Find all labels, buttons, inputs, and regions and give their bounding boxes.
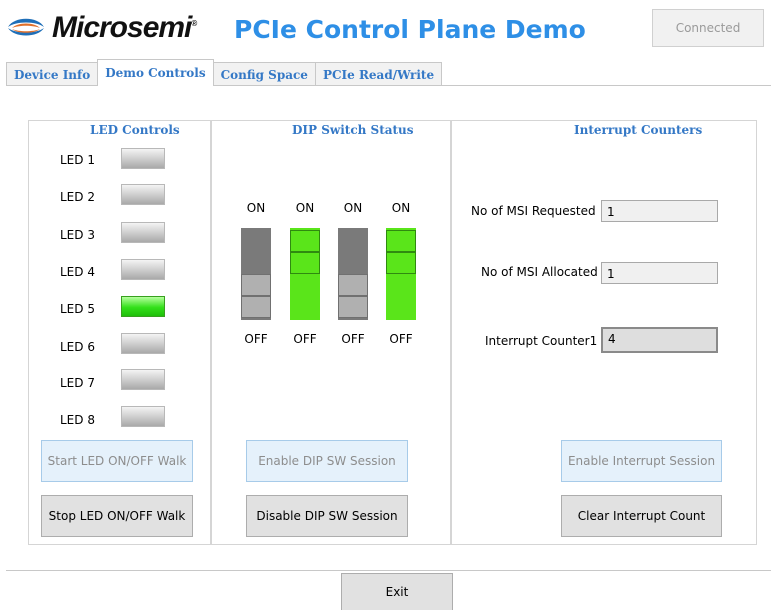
- led-3-indicator: [121, 222, 165, 243]
- dip-on-label: ON: [391, 201, 411, 215]
- enable-interrupt-session-button[interactable]: Enable Interrupt Session: [561, 440, 722, 482]
- led-label: LED 2: [60, 190, 95, 204]
- dip-switch-1-lower-knob: [241, 296, 271, 318]
- connection-status: Connected: [652, 9, 764, 47]
- dip-off-label: OFF: [293, 332, 317, 346]
- disable-dip-session-button[interactable]: Disable DIP SW Session: [246, 495, 408, 537]
- led-4-indicator: [121, 259, 165, 280]
- dip-switch-2-upper-knob: [290, 230, 320, 252]
- dip-switch-3: [338, 228, 368, 320]
- dip-switch-3-upper-knob: [338, 274, 368, 296]
- dip-off-label: OFF: [389, 332, 413, 346]
- tab-pcie-read-write[interactable]: PCIe Read/Write: [314, 62, 443, 86]
- dip-on-label: ON: [246, 201, 266, 215]
- led-label: LED 1: [60, 153, 95, 167]
- app-title: PCIe Control Plane Demo: [234, 15, 586, 44]
- clear-interrupt-count-button[interactable]: Clear Interrupt Count: [561, 495, 722, 537]
- msi-allocated-field[interactable]: 1: [601, 262, 718, 284]
- tab-bar: Device Info Demo Controls Config Space P…: [6, 59, 443, 86]
- dip-switch-3-lower-knob: [338, 296, 368, 318]
- msi-allocated-label: No of MSI Allocated: [481, 265, 598, 279]
- dip-switch-1: [241, 228, 271, 320]
- microsemi-logo-icon: [8, 18, 44, 36]
- led-label: LED 5: [60, 302, 95, 316]
- led-2-indicator: [121, 184, 165, 205]
- interrupt-counters-title: Interrupt Counters: [574, 123, 703, 137]
- dip-switch-title: DIP Switch Status: [292, 123, 414, 137]
- led-label: LED 3: [60, 228, 95, 242]
- led-5-indicator: [121, 296, 165, 317]
- msi-requested-label: No of MSI Requested: [471, 204, 596, 218]
- led-label: LED 7: [60, 376, 95, 390]
- dip-switch-2-lower-knob: [290, 252, 320, 274]
- dip-switch-4-lower-knob: [386, 252, 416, 274]
- led-7-indicator: [121, 369, 165, 390]
- dip-off-label: OFF: [244, 332, 268, 346]
- msi-requested-field[interactable]: 1: [601, 200, 718, 222]
- stop-led-walk-button[interactable]: Stop LED ON/OFF Walk: [41, 495, 193, 537]
- dip-on-label: ON: [295, 201, 315, 215]
- dip-off-label: OFF: [341, 332, 365, 346]
- led-label: LED 8: [60, 413, 95, 427]
- tab-config-space[interactable]: Config Space: [212, 62, 316, 86]
- dip-switch-4-upper-knob: [386, 230, 416, 252]
- dip-switch-2: [290, 228, 320, 320]
- dip-switch-1-upper-knob: [241, 274, 271, 296]
- exit-button[interactable]: Exit: [341, 573, 453, 610]
- led-6-indicator: [121, 333, 165, 354]
- led-label: LED 4: [60, 265, 95, 279]
- interrupt-counter-field[interactable]: 4: [601, 327, 718, 353]
- tab-device-info[interactable]: Device Info: [6, 62, 99, 86]
- brand-registered-mark: ®: [191, 19, 197, 28]
- led-label: LED 6: [60, 340, 95, 354]
- led-1-indicator: [121, 148, 165, 169]
- led-controls-title: LED Controls: [90, 123, 180, 137]
- enable-dip-session-button[interactable]: Enable DIP SW Session: [246, 440, 408, 482]
- interrupt-counter-label: Interrupt Counter1: [485, 334, 598, 348]
- dip-switch-4: [386, 228, 416, 320]
- dip-on-label: ON: [343, 201, 363, 215]
- led-8-indicator: [121, 406, 165, 427]
- brand-name: Microsemi®: [52, 11, 197, 44]
- start-led-walk-button[interactable]: Start LED ON/OFF Walk: [41, 440, 193, 482]
- tab-demo-controls[interactable]: Demo Controls: [97, 59, 214, 86]
